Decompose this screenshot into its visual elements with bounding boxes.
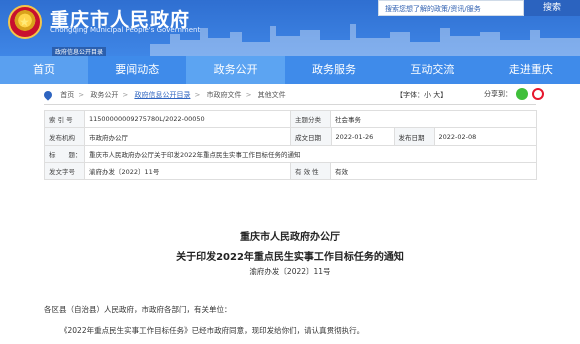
title-label: 标 题： xyxy=(44,145,85,163)
breadcrumb-city-docs[interactable]: 市政府文件 xyxy=(207,91,242,99)
wechat-icon[interactable] xyxy=(516,88,528,100)
divider xyxy=(44,104,536,105)
nav-item-interaction[interactable]: 互动交流 xyxy=(383,56,481,84)
breadcrumb-home[interactable]: 首页 xyxy=(60,91,74,99)
title-value: 重庆市人民政府办公厅关于印发2022年重点民生实事工作目标任务的通知 xyxy=(84,145,537,163)
search-button[interactable]: 搜索 xyxy=(524,0,580,16)
site-subtitle: Chongqing Municipal People's Government xyxy=(50,26,201,34)
font-size-switch[interactable]: 【字体：小 大】 xyxy=(396,90,447,100)
document-info-table: 索 引 号 11500000009275780L/2022-00050 主题分类… xyxy=(44,110,537,180)
nav-item-news[interactable]: 要闻动态 xyxy=(88,56,186,84)
breadcrumb-separator: > xyxy=(245,91,252,99)
breadcrumb-catalog[interactable]: 政府信息公开目录 xyxy=(134,91,190,99)
breadcrumb-separator: > xyxy=(194,91,201,99)
share-bar: 分享到： xyxy=(484,88,544,100)
category-value: 社会事务 xyxy=(330,110,537,128)
nav-item-services[interactable]: 政务服务 xyxy=(285,56,383,84)
nav-item-about[interactable]: 走进重庆 xyxy=(482,56,580,84)
nav-item-home[interactable]: 首页 xyxy=(0,56,88,84)
breadcrumb-separator: > xyxy=(78,91,85,99)
created-value: 2022-01-26 xyxy=(331,128,395,145)
catalog-tag: 政府信息公开目录 xyxy=(52,47,107,56)
document-issuer: 重庆市人民政府办公厅 xyxy=(240,232,340,243)
published-value: 2022-02-08 xyxy=(438,132,477,141)
breadcrumb-other-docs[interactable]: 其他文件 xyxy=(258,91,286,99)
issuer-value: 市政府办公厅 xyxy=(84,127,291,146)
index-value: 11500000009275780L/2022-00050 xyxy=(84,110,291,128)
issuer-label: 发布机构 xyxy=(44,127,85,146)
validity-value: 有效 xyxy=(330,162,537,180)
docno-value: 渝府办发〔2022〕11号 xyxy=(84,162,291,180)
search-input[interactable]: 搜索您想了解的政策/资讯/服务 xyxy=(378,0,524,16)
published-label: 发布日期 xyxy=(394,128,435,145)
docno-label: 发文字号 xyxy=(44,162,85,180)
index-label: 索 引 号 xyxy=(44,110,85,128)
breadcrumb-separator: > xyxy=(122,91,129,99)
weibo-icon[interactable] xyxy=(532,88,544,100)
document-addressee: 各区县（自治县）人民政府，市政府各部门，有关单位： xyxy=(44,305,232,314)
document-paragraph: 《2022年重点民生实事工作目标任务》已经市政府同意，现印发给你们，请认真贯彻执… xyxy=(60,326,365,335)
location-pin-icon xyxy=(42,89,54,101)
document-title: 关于印发2022年重点民生实事工作目标任务的通知 xyxy=(176,252,404,263)
document-number: 渝府办发〔2022〕11号 xyxy=(249,267,331,276)
nav-item-gov-affairs[interactable]: 政务公开 xyxy=(186,56,285,84)
validity-label: 有 效 性 xyxy=(290,162,331,180)
main-nav: 首页 要闻动态 政务公开 政务服务 互动交流 走进重庆 xyxy=(0,56,580,84)
share-label: 分享到： xyxy=(484,90,512,98)
national-emblem-icon: ★ xyxy=(8,5,42,39)
category-label: 主题分类 xyxy=(290,110,331,128)
skyline-decoration xyxy=(150,24,580,56)
breadcrumb-gov-affairs[interactable]: 政务公开 xyxy=(90,91,118,99)
breadcrumb: 首页 > 政务公开 > 政府信息公开目录 > 市政府文件 > 其他文件 xyxy=(42,89,536,104)
created-label: 成文日期 xyxy=(291,128,332,145)
